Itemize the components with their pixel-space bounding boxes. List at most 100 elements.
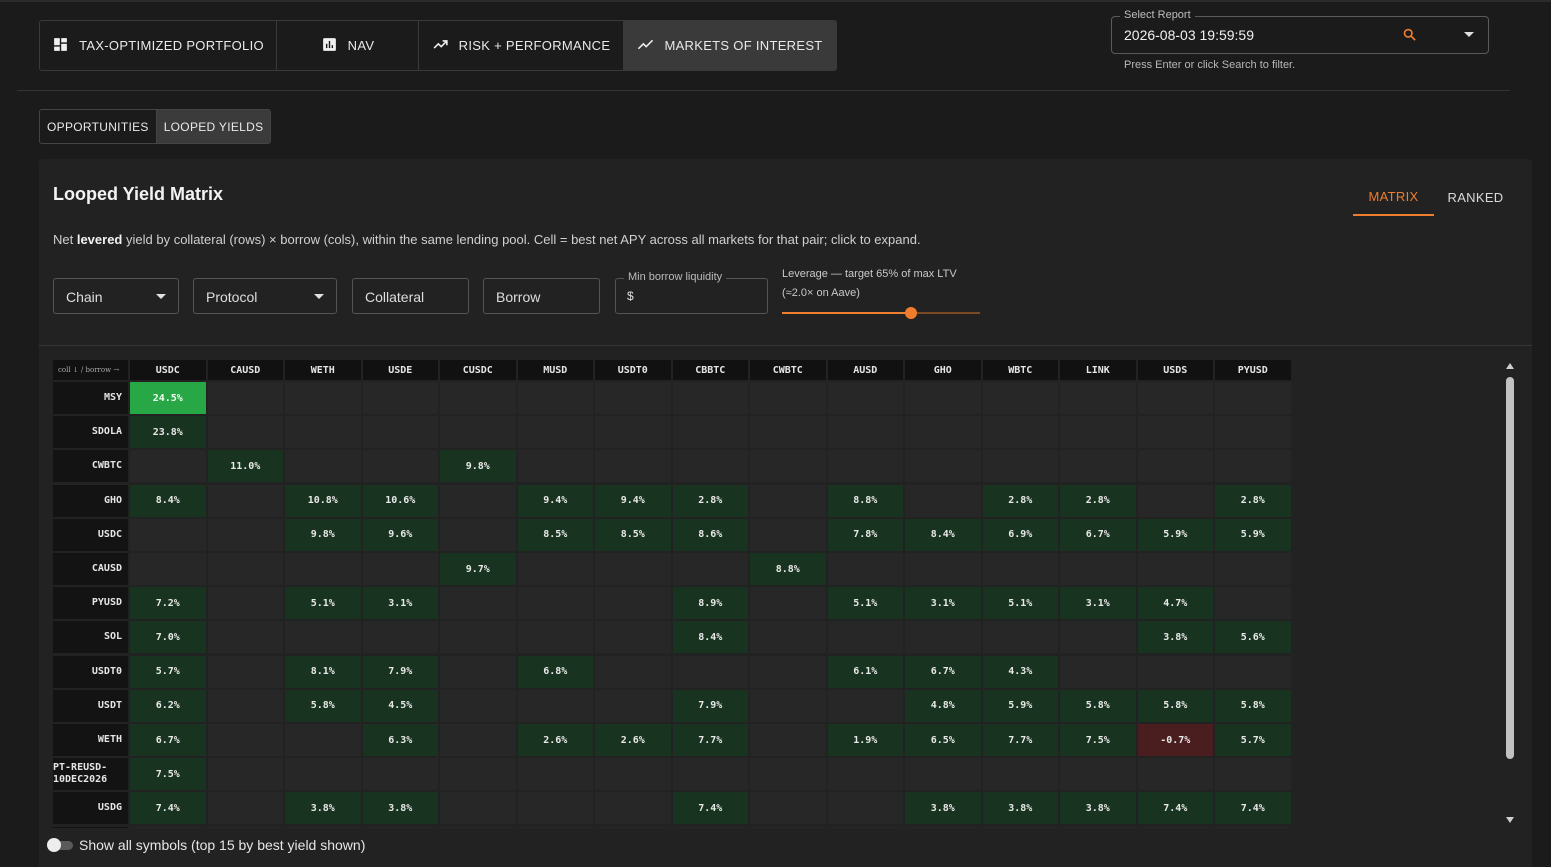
scroll-up-icon[interactable]: [1506, 363, 1514, 369]
matrix-cell[interactable]: 7.4%: [1215, 792, 1291, 825]
matrix-scrollbar[interactable]: [1503, 361, 1517, 827]
matrix-cell[interactable]: 6.2%: [130, 689, 206, 722]
search-icon[interactable]: [1402, 27, 1417, 47]
tab-nav[interactable]: NAV: [277, 21, 419, 70]
matrix-cell[interactable]: 8.1%: [285, 655, 361, 688]
chevron-down-icon[interactable]: [1464, 32, 1474, 37]
matrix-cell[interactable]: 3.8%: [1137, 621, 1213, 654]
matrix-cell[interactable]: 7.2%: [130, 587, 206, 620]
tab-risk-performance[interactable]: RISK + PERFORMANCE: [419, 21, 624, 70]
matrix-cell[interactable]: 5.9%: [982, 689, 1058, 722]
matrix-cell[interactable]: 8.6%: [672, 518, 748, 551]
show-all-toggle[interactable]: [47, 838, 73, 852]
matrix-cell[interactable]: 9.4%: [517, 484, 593, 517]
matrix-cell[interactable]: 7.0%: [130, 621, 206, 654]
leverage-slider-thumb[interactable]: [904, 307, 917, 319]
matrix-cell[interactable]: 9.7%: [440, 553, 516, 585]
matrix-cell[interactable]: 6.7%: [905, 655, 981, 688]
matrix-cell[interactable]: 5.1%: [827, 587, 903, 620]
tab-looped-yields[interactable]: LOOPED YIELDS: [155, 110, 271, 143]
matrix-cell[interactable]: 3.8%: [362, 792, 438, 825]
matrix-cell[interactable]: 5.9%: [1137, 518, 1213, 551]
protocol-select[interactable]: Protocol: [193, 278, 337, 314]
report-value[interactable]: 2026-08-03 19:59:59: [1124, 27, 1254, 43]
matrix-cell[interactable]: 7.8%: [827, 518, 903, 551]
matrix-cell[interactable]: 11.0%: [207, 450, 283, 483]
report-select[interactable]: 2026-08-03 19:59:59: [1111, 16, 1489, 54]
matrix-cell[interactable]: 6.5%: [905, 724, 981, 756]
matrix-cell[interactable]: 9.4%: [595, 484, 671, 517]
matrix-cell[interactable]: 5.8%: [285, 689, 361, 722]
borrow-input[interactable]: Borrow: [483, 278, 600, 314]
matrix-cell[interactable]: 9.6%: [362, 518, 438, 551]
matrix-cell[interactable]: 5.8%: [1137, 689, 1213, 722]
matrix-cell[interactable]: 5.1%: [982, 587, 1058, 620]
matrix-cell[interactable]: 8.8%: [827, 484, 903, 517]
matrix-cell[interactable]: 7.7%: [982, 724, 1058, 756]
matrix-cell[interactable]: 5.7%: [1215, 724, 1291, 756]
matrix-cell[interactable]: 9.8%: [440, 450, 516, 483]
matrix-cell[interactable]: 7.9%: [672, 689, 748, 722]
matrix-cell[interactable]: 7.5%: [130, 758, 206, 791]
leverage-slider[interactable]: [782, 307, 980, 319]
matrix-cell[interactable]: 5.8%: [1060, 689, 1136, 722]
matrix-cell[interactable]: 6.7%: [130, 724, 206, 756]
matrix-cell[interactable]: 2.6%: [595, 724, 671, 756]
matrix-cell[interactable]: 8.9%: [672, 587, 748, 620]
matrix-cell[interactable]: 5.9%: [1215, 518, 1291, 551]
tab-ranked[interactable]: RANKED: [1434, 178, 1517, 216]
matrix-cell[interactable]: 6.8%: [517, 655, 593, 688]
tab-opportunities[interactable]: OPPORTUNITIES: [40, 110, 156, 143]
matrix-cell[interactable]: -0.7%: [1137, 724, 1213, 756]
matrix-cell[interactable]: 2.8%: [982, 484, 1058, 517]
matrix-cell[interactable]: 3.1%: [362, 587, 438, 620]
matrix-cell[interactable]: 7.4%: [1137, 792, 1213, 825]
matrix-cell[interactable]: 6.3%: [362, 724, 438, 756]
matrix-cell[interactable]: 4.5%: [362, 689, 438, 722]
chain-select[interactable]: Chain: [53, 278, 179, 314]
matrix-cell[interactable]: 7.4%: [672, 792, 748, 825]
matrix-cell[interactable]: 4.8%: [905, 689, 981, 722]
matrix-cell[interactable]: 2.6%: [517, 724, 593, 756]
matrix-cell[interactable]: 3.8%: [905, 792, 981, 825]
matrix-cell[interactable]: 2.8%: [672, 484, 748, 517]
matrix-cell[interactable]: 6.9%: [982, 518, 1058, 551]
matrix-cell[interactable]: 3.1%: [905, 587, 981, 620]
matrix-cell[interactable]: 7.9%: [362, 655, 438, 688]
scrollbar-thumb[interactable]: [1506, 377, 1514, 759]
matrix-cell[interactable]: 3.8%: [1060, 792, 1136, 825]
matrix-cell[interactable]: 2.8%: [1060, 484, 1136, 517]
matrix-cell[interactable]: 10.6%: [362, 484, 438, 517]
collateral-input[interactable]: Collateral: [352, 278, 469, 314]
matrix-cell[interactable]: 8.8%: [750, 553, 826, 585]
min-liquidity-input[interactable]: $: [615, 278, 768, 314]
matrix-cell[interactable]: 4.7%: [1137, 587, 1213, 620]
matrix-cell[interactable]: 5.7%: [130, 655, 206, 688]
matrix-cell[interactable]: 7.4%: [130, 792, 206, 825]
matrix-cell[interactable]: 7.5%: [1060, 724, 1136, 756]
matrix-cell[interactable]: 10.8%: [285, 484, 361, 517]
matrix-cell[interactable]: 8.4%: [905, 518, 981, 551]
matrix-cell[interactable]: 5.6%: [1215, 621, 1291, 654]
matrix-cell[interactable]: 8.5%: [517, 518, 593, 551]
matrix-cell[interactable]: 1.9%: [827, 724, 903, 756]
matrix-cell[interactable]: 3.8%: [982, 792, 1058, 825]
tab-matrix[interactable]: MATRIX: [1353, 178, 1434, 216]
matrix-cell[interactable]: 8.4%: [130, 484, 206, 517]
matrix-cell[interactable]: 4.3%: [982, 655, 1058, 688]
matrix-cell[interactable]: 6.1%: [827, 655, 903, 688]
matrix-cell[interactable]: 3.1%: [1060, 587, 1136, 620]
tab-markets-of-interest[interactable]: MARKETS OF INTEREST: [624, 21, 836, 70]
matrix-cell[interactable]: 7.7%: [672, 724, 748, 756]
matrix-cell[interactable]: 3.8%: [285, 792, 361, 825]
tab-tax-optimized-portfolio[interactable]: TAX-OPTIMIZED PORTFOLIO: [40, 21, 277, 70]
matrix-cell[interactable]: 2.8%: [1215, 484, 1291, 517]
matrix-cell[interactable]: 24.5%: [130, 382, 206, 414]
matrix-cell[interactable]: 23.8%: [130, 416, 206, 449]
matrix-cell[interactable]: 5.1%: [285, 587, 361, 620]
matrix-cell[interactable]: 5.8%: [1215, 689, 1291, 722]
matrix-cell[interactable]: 8.5%: [595, 518, 671, 551]
matrix-cell[interactable]: 8.4%: [672, 621, 748, 654]
matrix-cell[interactable]: 6.7%: [1060, 518, 1136, 551]
scroll-down-icon[interactable]: [1506, 817, 1514, 823]
